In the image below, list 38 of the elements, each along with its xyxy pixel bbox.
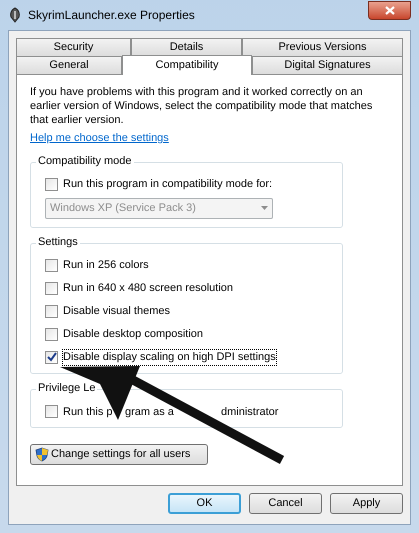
group-title: Privilege Le	[36, 380, 98, 394]
change-settings-button[interactable]: Change settings for all users	[30, 444, 208, 464]
shield-icon	[35, 446, 49, 462]
checkbox-label[interactable]: gram as a	[125, 406, 174, 418]
checkbox-label[interactable]: Run this p	[63, 406, 113, 418]
checkbox[interactable]	[45, 350, 58, 364]
tab[interactable]: Previous Versions	[242, 38, 403, 56]
checkbox-label[interactable]: Disable display scaling on high DPI settings	[62, 348, 277, 366]
checkbox[interactable]	[45, 304, 58, 318]
dialog-button[interactable]: Cancel	[249, 493, 322, 514]
checkbox-label[interactable]: Run in 256 colors	[62, 256, 150, 274]
intro-text: If you have problems with this program and it worked correctly on an earlier version of Windows, select the compatibility mode that matches that earlier version.	[30, 85, 374, 127]
checkbox[interactable]	[45, 404, 58, 418]
checkbox-label[interactable]: Run in 640 x 480 screen resolution	[62, 280, 234, 296]
dropdown-arrow-icon	[261, 206, 268, 210]
checkbox[interactable]	[45, 258, 58, 272]
tab[interactable]: Digital Signatures	[252, 56, 403, 74]
app-icon	[8, 7, 22, 23]
close-icon	[384, 6, 394, 14]
tab[interactable]: Compatibility	[122, 55, 252, 75]
tab[interactable]: General	[16, 56, 122, 74]
checkbox-label[interactable]: dministrator	[221, 406, 278, 418]
tab[interactable]: Details	[131, 38, 242, 56]
group-title: Settings	[36, 234, 80, 248]
dialog-button[interactable]: Apply	[330, 493, 403, 514]
help-link[interactable]: Help me choose the settings	[30, 130, 169, 146]
checkbox[interactable]	[45, 282, 58, 294]
checkbox[interactable]	[45, 328, 58, 340]
checkbox-label[interactable]: Disable desktop composition	[62, 326, 204, 342]
group-title: Compatibility mode	[36, 154, 134, 168]
tab[interactable]: Security	[16, 38, 131, 56]
checkbox-label[interactable]: Disable visual themes	[62, 302, 171, 320]
close-button[interactable]	[368, 0, 411, 20]
window-title: SkyrimLauncher.exe Properties	[28, 7, 196, 24]
checkbox[interactable]	[45, 178, 58, 190]
checkmark-icon	[46, 352, 56, 362]
dialog-button[interactable]: OK	[168, 493, 241, 514]
checkbox-label[interactable]: Run this program in compatibility mode for:	[62, 176, 274, 192]
